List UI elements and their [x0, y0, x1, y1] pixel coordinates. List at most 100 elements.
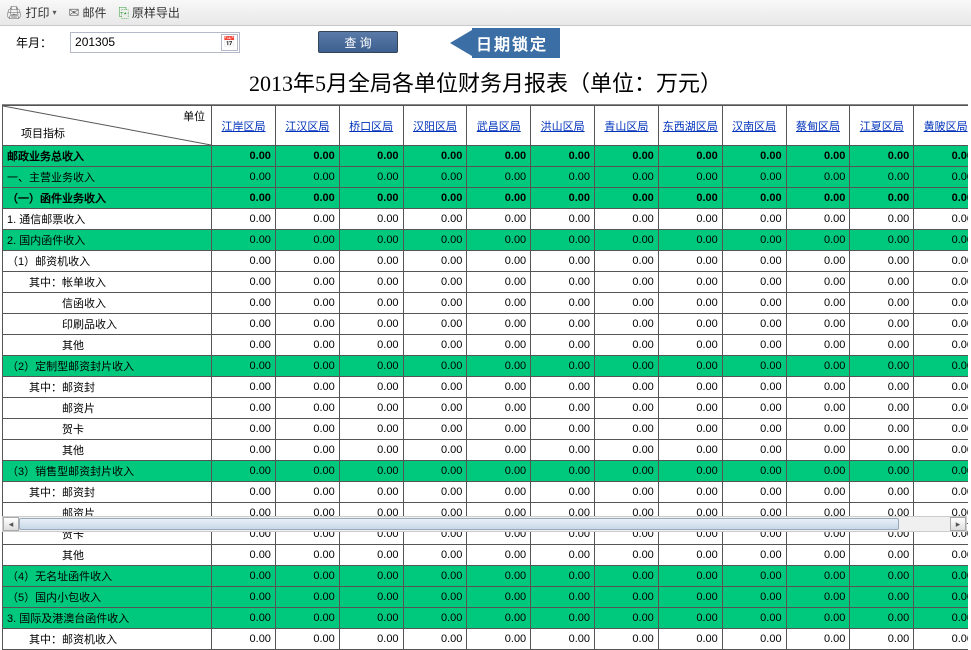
value-cell: 0.00 — [722, 356, 786, 377]
printer-icon: 🖨 — [6, 5, 23, 21]
value-cell: 0.00 — [531, 272, 595, 293]
value-cell: 0.00 — [850, 461, 914, 482]
column-header[interactable]: 武昌区局 — [467, 106, 531, 146]
value-cell: 0.00 — [595, 419, 659, 440]
value-cell: 0.00 — [531, 398, 595, 419]
value-cell: 0.00 — [467, 167, 531, 188]
table-row: 信函收入0.000.000.000.000.000.000.000.000.00… — [3, 293, 969, 314]
value-cell: 0.00 — [722, 419, 786, 440]
scroll-thumb[interactable] — [19, 518, 899, 530]
print-label: 打印 — [26, 4, 50, 21]
row-label: 其中：邮资封 — [3, 377, 212, 398]
column-header[interactable]: 汉南区局 — [722, 106, 786, 146]
value-cell: 0.00 — [403, 398, 467, 419]
value-cell: 0.00 — [786, 272, 850, 293]
value-cell: 0.00 — [722, 272, 786, 293]
value-cell: 0.00 — [339, 230, 403, 251]
horizontal-scrollbar[interactable]: ◂ ▸ — [2, 516, 967, 532]
value-cell: 0.00 — [595, 251, 659, 272]
value-cell: 0.00 — [914, 335, 968, 356]
scroll-right-icon[interactable]: ▸ — [950, 517, 966, 531]
calendar-icon[interactable]: 📅 — [221, 34, 238, 51]
arrow-left-icon — [450, 30, 472, 56]
column-header[interactable]: 洪山区局 — [531, 106, 595, 146]
column-header[interactable]: 东西湖区局 — [658, 106, 722, 146]
value-cell: 0.00 — [722, 398, 786, 419]
date-label: 年月： — [10, 34, 62, 51]
row-label: 其中：邮资机收入 — [3, 629, 212, 650]
value-cell: 0.00 — [212, 545, 276, 566]
value-cell: 0.00 — [339, 272, 403, 293]
value-cell: 0.00 — [722, 566, 786, 587]
value-cell: 0.00 — [786, 482, 850, 503]
export-icon: ⎘ — [118, 5, 128, 21]
column-header[interactable]: 青山区局 — [595, 106, 659, 146]
value-cell: 0.00 — [658, 293, 722, 314]
value-cell: 0.00 — [212, 419, 276, 440]
value-cell: 0.00 — [914, 167, 968, 188]
value-cell: 0.00 — [722, 230, 786, 251]
column-header[interactable]: 黄陂区局 — [914, 106, 968, 146]
value-cell: 0.00 — [531, 377, 595, 398]
row-label: 其他 — [3, 335, 212, 356]
row-label: 1. 通信邮票收入 — [3, 209, 212, 230]
value-cell: 0.00 — [275, 356, 339, 377]
date-input[interactable] — [70, 32, 240, 53]
value-cell: 0.00 — [850, 272, 914, 293]
value-cell: 0.00 — [914, 356, 968, 377]
mail-button[interactable]: ✉ 邮件 — [69, 4, 107, 21]
value-cell: 0.00 — [339, 608, 403, 629]
value-cell: 0.00 — [531, 629, 595, 650]
value-cell: 0.00 — [212, 146, 276, 167]
column-header[interactable]: 汉阳区局 — [403, 106, 467, 146]
value-cell: 0.00 — [403, 293, 467, 314]
column-header[interactable]: 桥口区局 — [339, 106, 403, 146]
row-label: （1）邮资机收入 — [3, 251, 212, 272]
page-title: 2013年5月全局各单位财务月报表（单位：万元） — [0, 58, 971, 104]
value-cell: 0.00 — [595, 293, 659, 314]
export-button[interactable]: ⎘ 原样导出 — [118, 4, 179, 21]
mail-label: 邮件 — [82, 4, 106, 21]
value-cell: 0.00 — [658, 482, 722, 503]
scroll-left-icon[interactable]: ◂ — [3, 517, 19, 531]
value-cell: 0.00 — [850, 566, 914, 587]
value-cell: 0.00 — [914, 209, 968, 230]
value-cell: 0.00 — [531, 146, 595, 167]
value-cell: 0.00 — [658, 230, 722, 251]
row-label: （一）函件业务收入 — [3, 188, 212, 209]
value-cell: 0.00 — [786, 608, 850, 629]
value-cell: 0.00 — [850, 188, 914, 209]
value-cell: 0.00 — [722, 482, 786, 503]
print-button[interactable]: 🖨 打印 ▾ — [6, 4, 57, 21]
value-cell: 0.00 — [595, 356, 659, 377]
column-header[interactable]: 江夏区局 — [850, 106, 914, 146]
report-grid[interactable]: 单位 项目指标 江岸区局江汉区局桥口区局汉阳区局武昌区局洪山区局青山区局东西湖区… — [2, 104, 968, 650]
scroll-track[interactable] — [19, 517, 950, 531]
value-cell: 0.00 — [275, 272, 339, 293]
column-header[interactable]: 江岸区局 — [212, 106, 276, 146]
value-cell: 0.00 — [595, 587, 659, 608]
value-cell: 0.00 — [339, 209, 403, 230]
column-header[interactable]: 蔡甸区局 — [786, 106, 850, 146]
row-label: 2. 国内函件收入 — [3, 230, 212, 251]
value-cell: 0.00 — [786, 566, 850, 587]
value-cell: 0.00 — [403, 356, 467, 377]
row-label: 贺卡 — [3, 419, 212, 440]
value-cell: 0.00 — [467, 272, 531, 293]
column-header[interactable]: 江汉区局 — [275, 106, 339, 146]
value-cell: 0.00 — [722, 251, 786, 272]
value-cell: 0.00 — [658, 335, 722, 356]
value-cell: 0.00 — [658, 629, 722, 650]
value-cell: 0.00 — [339, 440, 403, 461]
value-cell: 0.00 — [531, 293, 595, 314]
value-cell: 0.00 — [403, 272, 467, 293]
table-row: 贺卡0.000.000.000.000.000.000.000.000.000.… — [3, 419, 969, 440]
query-button[interactable]: 查 询 — [318, 31, 398, 53]
value-cell: 0.00 — [212, 608, 276, 629]
value-cell: 0.00 — [531, 419, 595, 440]
chevron-down-icon: ▾ — [53, 8, 57, 17]
value-cell: 0.00 — [339, 461, 403, 482]
value-cell: 0.00 — [403, 335, 467, 356]
value-cell: 0.00 — [275, 482, 339, 503]
value-cell: 0.00 — [595, 440, 659, 461]
